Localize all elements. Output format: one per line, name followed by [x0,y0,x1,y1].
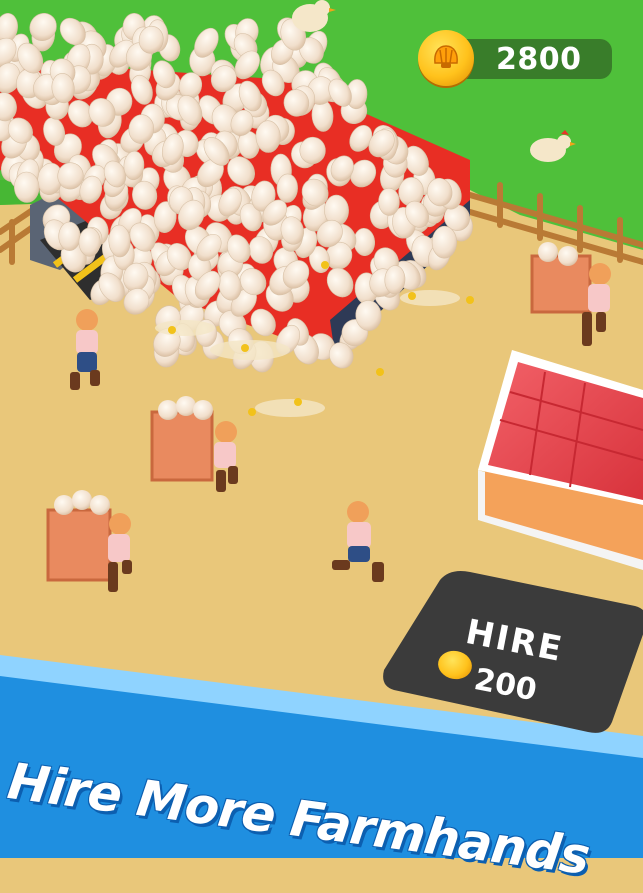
shell-icon [434,45,458,68]
coin-amount: 2800 [496,42,582,77]
coin-counter: 2800 [418,28,614,88]
shell-coin-icon [418,30,474,86]
